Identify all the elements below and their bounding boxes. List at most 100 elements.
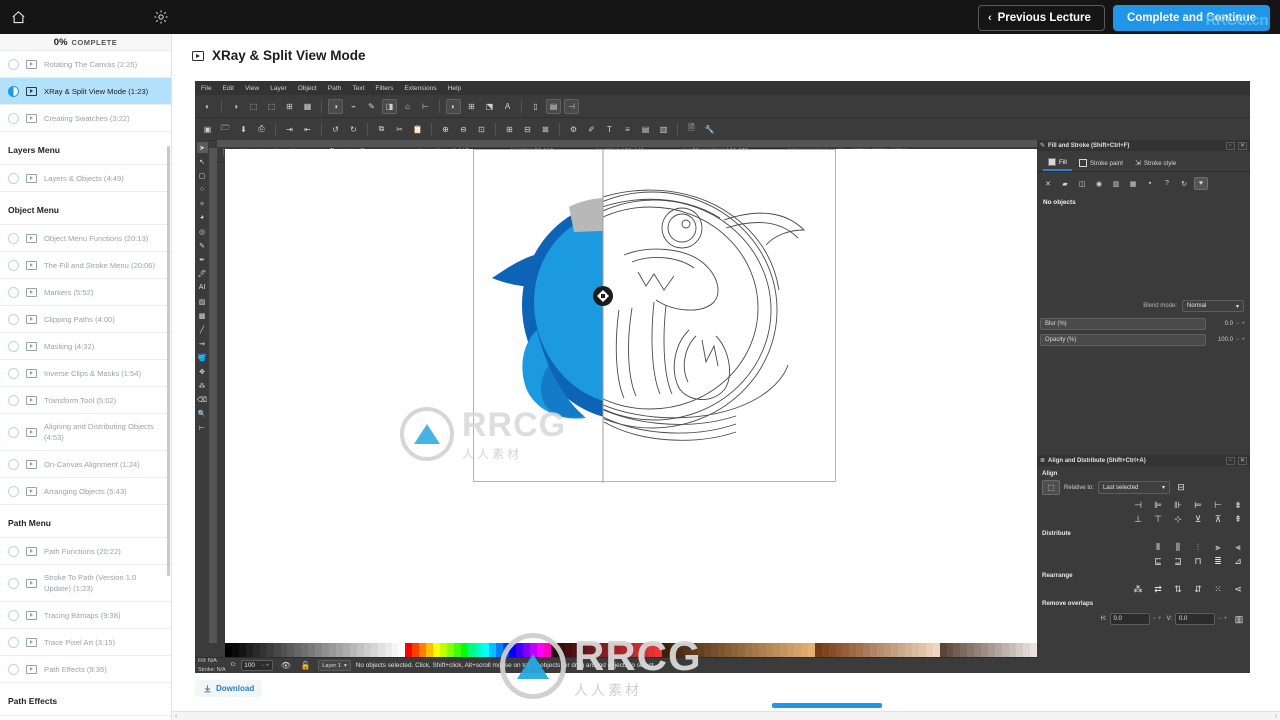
menu-path[interactable]: Path (328, 85, 342, 92)
palette-swatch[interactable] (322, 643, 330, 657)
palette-swatch[interactable] (932, 643, 940, 657)
palette-swatch[interactable] (481, 643, 489, 657)
mask-icon[interactable]: ⬔ (482, 99, 497, 114)
palette-swatch[interactable] (925, 643, 933, 657)
inkscape-command-toolbar-row1[interactable]: ◐ ◑ ⬚ ⬚ ⊞ ▦ ◑ ⌁ ✎ ◨ ⌂ ⊢ ◐ ⊞ ⬔ A ▯ ▤ ⊣ (195, 95, 1250, 118)
connector-tool-icon[interactable]: ⇝ (197, 338, 208, 349)
palette-swatch[interactable] (689, 643, 697, 657)
distribute-centers-vertically-icon[interactable]: ⊒ (1171, 555, 1185, 567)
previous-lecture-button[interactable]: ‹ Previous Lecture (977, 5, 1105, 31)
remove-overlaps-button[interactable]: ▥ (1232, 613, 1246, 625)
completion-circle-icon[interactable] (8, 112, 19, 124)
palette-swatch[interactable] (571, 643, 579, 657)
distribute-centers-horizontally-icon[interactable]: ⫼ (1171, 541, 1185, 553)
undo-icon[interactable]: ↺ (328, 122, 343, 137)
deselect-icon[interactable]: ⬚ (264, 99, 279, 114)
palette-swatch[interactable] (1002, 643, 1009, 657)
completion-circle-icon[interactable] (8, 545, 19, 557)
palette-swatch[interactable] (911, 643, 919, 657)
palette-swatch[interactable] (766, 643, 774, 657)
opacity-row[interactable]: Opacity (%) 100.0 −+ (1037, 332, 1250, 348)
document-properties-icon[interactable]: 🗎 (684, 122, 699, 137)
palette-swatch[interactable] (474, 643, 482, 657)
xml-editor-icon[interactable]: ⚙ (566, 122, 581, 137)
palette-swatch[interactable] (606, 643, 614, 657)
completion-circle-icon[interactable] (8, 636, 19, 648)
inkscape-toolbox[interactable]: ➤ ↖ ▢ ○ ✧ ◕ ◎ ✎ ✒ 🖊 AI ▨ ▩ ╱ ⇝ 🪣 ✥ ⁂ ⌫ 🔍 (195, 140, 209, 645)
palette-swatch[interactable] (821, 643, 829, 657)
completion-circle-icon[interactable] (8, 313, 19, 325)
palette-swatch[interactable] (835, 643, 843, 657)
completion-circle-icon[interactable] (8, 458, 19, 470)
exchange-selection-order-icon[interactable]: ⇄ (1151, 583, 1165, 595)
paint-type-buttons[interactable]: ✕ ▰ ◫ ◉ ▥ ▦ ▪ ? ↻ ♥ (1037, 172, 1250, 195)
palette-swatch[interactable] (447, 643, 454, 657)
star-tool-icon[interactable]: ✧ (197, 198, 208, 209)
palette-swatch[interactable] (502, 643, 510, 657)
palette-swatch[interactable] (564, 643, 572, 657)
palette-swatch[interactable] (287, 643, 295, 657)
bird-artwork[interactable] (474, 149, 837, 483)
palette-swatch[interactable] (336, 643, 343, 657)
text-icon[interactable]: T (602, 122, 617, 137)
zoom-out-icon[interactable]: ⊖ (456, 122, 471, 137)
palette-swatch[interactable] (419, 643, 427, 657)
opacity-slider[interactable]: Opacity (%) (1040, 334, 1206, 346)
layers-icon[interactable]: ▥ (656, 122, 671, 137)
palette-swatch[interactable] (398, 643, 406, 657)
palette-swatch[interactable] (551, 643, 558, 657)
align-horizontal-row[interactable]: ⊣ ⊫ ⊪ ⊨ ⊢ ⇟ (1037, 498, 1250, 512)
radial-gradient-icon[interactable]: ◉ (1092, 177, 1106, 190)
rectangle-tool-icon[interactable]: ▢ (197, 170, 208, 181)
palette-swatch[interactable] (329, 643, 336, 657)
gear-icon[interactable] (153, 9, 169, 25)
scroll-right-arrow[interactable]: › (1275, 713, 1277, 720)
center-horizontal-axis-icon[interactable]: ⊹ (1171, 513, 1185, 525)
swatch-icon[interactable]: ▪ (1143, 177, 1157, 190)
text-baseline-horizontal-icon[interactable]: ⇟ (1231, 499, 1245, 511)
palette-swatch[interactable] (634, 643, 642, 657)
palette-swatch[interactable] (509, 643, 517, 657)
palette-swatch[interactable] (675, 643, 683, 657)
palette-swatch[interactable] (1022, 643, 1030, 657)
text-tool-icon[interactable]: A (500, 99, 515, 114)
save-icon[interactable]: ⬇ (236, 122, 251, 137)
path-effects-icon[interactable]: ✐ (584, 122, 599, 137)
sidebar-item[interactable]: Trace Pixel Art (3:15) (0, 629, 171, 656)
align-bottom-edges-icon[interactable]: ⊻ (1191, 513, 1205, 525)
sidebar-item[interactable]: Arranging Objects (5:43) (0, 478, 171, 505)
completion-circle-icon[interactable] (8, 172, 19, 184)
clone-icon[interactable]: ⊞ (464, 99, 479, 114)
blend-mode-select[interactable]: Normal ▾ (1182, 300, 1244, 312)
align-top-edges-icon[interactable]: ⊤ (1151, 513, 1165, 525)
menu-text[interactable]: Text (352, 85, 364, 92)
palette-swatch[interactable] (301, 643, 309, 657)
horizontal-scrollbar[interactable]: ‹ › (172, 711, 1280, 720)
sidebar-item[interactable]: Inverse Clips & Masks (1:54) (0, 360, 171, 387)
palette-swatch[interactable] (453, 643, 461, 657)
randomize-positions-icon[interactable]: ⁙ (1211, 583, 1225, 595)
distribute-row1[interactable]: ⫴ ⫼ ⫶ ⫸ ⫷ (1037, 540, 1250, 554)
completion-circle-icon[interactable] (8, 394, 19, 406)
dock-close-button[interactable]: ✕ (1238, 141, 1247, 150)
gradient-tool-icon[interactable]: ▨ (197, 296, 208, 307)
measure-icon[interactable]: ⊢ (418, 99, 433, 114)
completion-circle-icon[interactable] (8, 286, 19, 298)
treat-selection-as-group-button[interactable]: ⬚ (1042, 480, 1060, 495)
opacity-spinner[interactable]: −+ (1236, 337, 1247, 343)
palette-swatch[interactable] (710, 643, 718, 657)
overlap-v-spinner[interactable]: −+ (1218, 616, 1229, 622)
palette-swatch[interactable] (967, 643, 975, 657)
menu-view[interactable]: View (245, 85, 259, 92)
align-panel-icon[interactable]: ⊣ (564, 98, 579, 114)
measure-tool-icon[interactable]: ⊢ (197, 422, 208, 433)
fill-panel-icon[interactable]: ▤ (546, 98, 561, 114)
overlap-h-spinner[interactable]: −+ (1153, 616, 1164, 622)
palette-swatch[interactable] (530, 643, 538, 657)
palette-swatch[interactable] (627, 643, 635, 657)
palette-swatch[interactable] (1008, 643, 1016, 657)
palette-swatch[interactable] (738, 643, 746, 657)
opacity-input[interactable]: 100 −+ (241, 660, 274, 671)
sidebar-item[interactable]: Path Effects (9:35) (0, 656, 171, 683)
3dbox-tool-icon[interactable]: ◕ (197, 212, 208, 223)
